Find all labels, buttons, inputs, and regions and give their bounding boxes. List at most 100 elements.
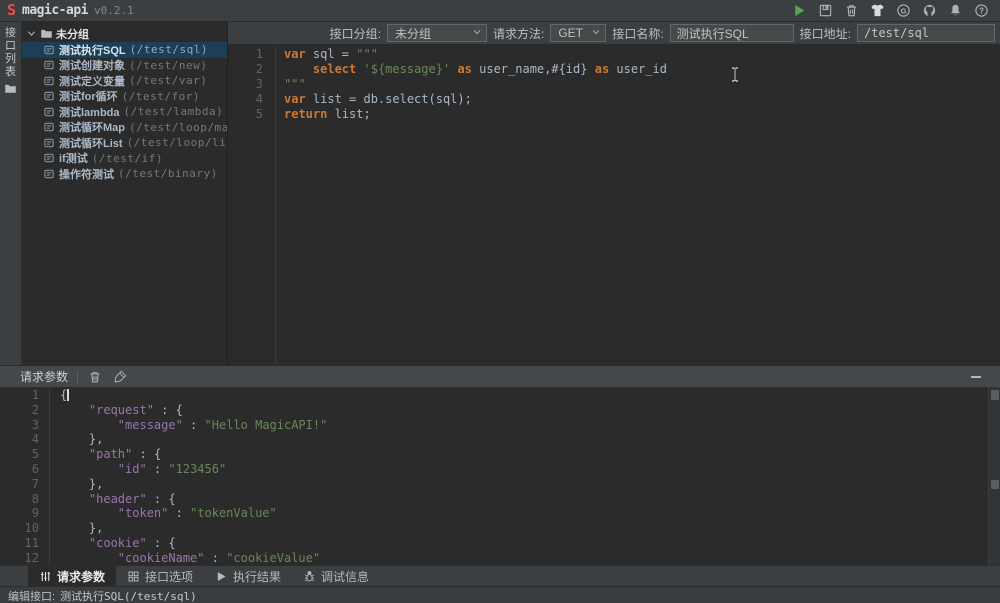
tree-item-name: 测试循环List: [59, 135, 123, 151]
code-line[interactable]: "path" : {: [60, 447, 327, 462]
gitee-icon[interactable]: G: [895, 2, 912, 19]
tab-label: 接口选项: [145, 568, 193, 585]
bottom-tab-bar: 请求参数 接口选项执行结果 调试信息: [0, 565, 1000, 586]
titlebar-icon-group: G?: [791, 2, 990, 19]
tree-item-name: 测试lambda: [59, 104, 120, 120]
api-path-input[interactable]: [857, 24, 995, 42]
api-icon: [43, 90, 55, 102]
api-toolbar: 接口分组: 未分组 请求方法: GET 接口名称: 接口地址:: [228, 22, 1000, 45]
line-number: 9: [0, 506, 39, 521]
app-logo: S: [7, 3, 16, 18]
minimize-panel-icon[interactable]: [970, 371, 982, 383]
tree-item-7[interactable]: if测试(/test/if): [22, 151, 227, 167]
format-clean-icon[interactable]: [112, 369, 128, 385]
grid-icon: [127, 570, 140, 583]
tree-item-8[interactable]: 操作符测试 (/test/binary): [22, 166, 227, 182]
tree-item-3[interactable]: 测试for循环(/test/for): [22, 89, 227, 105]
tab-执行结果[interactable]: 执行结果: [204, 566, 292, 586]
chevron-down-icon: [26, 28, 37, 39]
method-select[interactable]: GET: [550, 24, 606, 42]
params-scrollbar-thumb[interactable]: [991, 390, 999, 400]
api-list-vertical-tab[interactable]: 接 口 列 表: [0, 27, 21, 79]
tree-item-0[interactable]: 测试执行SQL(/test/sql): [22, 42, 227, 58]
tree-item-path: (/test/binary): [118, 167, 218, 180]
params-editor-code[interactable]: { "request" : { "message" : "Hello Magic…: [50, 388, 327, 565]
result-icon: [215, 570, 228, 583]
run-icon[interactable]: [791, 2, 808, 19]
code-line[interactable]: "header" : {: [60, 492, 327, 507]
code-line[interactable]: "cookie" : {: [60, 536, 327, 551]
params-scrollbar-track[interactable]: [988, 387, 1000, 565]
save-icon[interactable]: [817, 2, 834, 19]
bug-icon: [303, 570, 316, 583]
chevron-down-icon: [472, 26, 482, 40]
theme-icon[interactable]: [869, 2, 886, 19]
code-line[interactable]: select '${message}' as user_name,#{id} a…: [284, 62, 667, 77]
tree-item-path: (/test/lambda): [124, 105, 224, 118]
tree-item-path: (/test/sql): [130, 43, 208, 56]
code-line[interactable]: var list = db.select(sql);: [284, 92, 667, 107]
line-number: 3: [0, 418, 39, 433]
main-area: 接 口 列 表 未分组 测试执行SQL(/test/sql)测试创建对象(/te…: [0, 22, 1000, 365]
tab-label: 请求参数: [57, 568, 105, 585]
help-icon[interactable]: ?: [973, 2, 990, 19]
line-number: 8: [0, 492, 39, 507]
line-number: 4: [0, 432, 39, 447]
tab-请求参数[interactable]: 请求参数: [28, 566, 116, 586]
code-line[interactable]: {: [60, 388, 327, 403]
code-line[interactable]: return list;: [284, 107, 667, 122]
editor-column: 接口分组: 未分组 请求方法: GET 接口名称: 接口地址: 12345 va…: [228, 22, 1000, 365]
delete-icon[interactable]: [843, 2, 860, 19]
tree-item-6[interactable]: 测试循环List(/test/loop/list): [22, 135, 227, 151]
tree-item-5[interactable]: 测试循环Map(/test/loop/map): [22, 120, 227, 136]
github-icon[interactable]: [921, 2, 938, 19]
tree-group-row[interactable]: 未分组: [22, 25, 227, 42]
tab-调试信息[interactable]: 调试信息: [292, 566, 380, 586]
tree-item-4[interactable]: 测试lambda (/test/lambda): [22, 104, 227, 120]
code-line[interactable]: "request" : {: [60, 403, 327, 418]
tab-label: 调试信息: [321, 568, 369, 585]
notification-icon[interactable]: [947, 2, 964, 19]
line-number: 12: [0, 551, 39, 566]
params-editor-gutter: 123456789101112: [0, 388, 50, 565]
status-label: 编辑接口:: [8, 588, 55, 603]
tab-接口选项[interactable]: 接口选项: [116, 566, 204, 586]
api-icon: [43, 137, 55, 149]
tree-item-1[interactable]: 测试创建对象(/test/new): [22, 58, 227, 74]
script-editor-code[interactable]: var sql = """ select '${message}' as use…: [276, 47, 667, 365]
line-number: 1: [0, 388, 39, 403]
request-params-title: 请求参数: [20, 368, 68, 385]
code-line[interactable]: var sql = """: [284, 47, 667, 62]
tree-item-2[interactable]: 测试定义变量(/test/var): [22, 73, 227, 89]
app-version: v0.2.1: [94, 4, 134, 17]
svg-text:?: ?: [979, 6, 984, 15]
code-line[interactable]: },: [60, 432, 327, 447]
code-line[interactable]: "token" : "tokenValue": [60, 506, 327, 521]
code-line[interactable]: },: [60, 477, 327, 492]
group-label: 接口分组:: [330, 25, 381, 42]
group-select[interactable]: 未分组: [387, 24, 487, 42]
api-tree: 测试执行SQL(/test/sql)测试创建对象(/test/new)测试定义变…: [22, 42, 227, 182]
tree-item-name: 操作符测试: [59, 166, 114, 182]
params-scrollbar-marker[interactable]: [991, 480, 999, 489]
code-line[interactable]: "cookieName" : "cookieValue": [60, 551, 327, 566]
script-editor-gutter: 12345: [228, 47, 276, 365]
group-select-value: 未分组: [395, 25, 472, 42]
tree-item-path: (/test/new): [129, 59, 207, 72]
tool-window-strip: 接 口 列 表: [0, 22, 22, 365]
tree-group-label: 未分组: [56, 26, 89, 42]
code-line[interactable]: """: [284, 77, 667, 92]
svg-text:G: G: [901, 6, 907, 15]
delete-params-icon[interactable]: [87, 369, 103, 385]
code-line[interactable]: "message" : "Hello MagicAPI!": [60, 418, 327, 433]
api-icon: [43, 75, 55, 87]
tree-item-path: (/test/loop/map): [129, 121, 228, 134]
code-line[interactable]: "id" : "123456": [60, 462, 327, 477]
line-number: 5: [0, 447, 39, 462]
line-number: 2: [228, 62, 263, 77]
folder-icon: [40, 27, 53, 40]
code-line[interactable]: },: [60, 521, 327, 536]
api-name-input[interactable]: [670, 24, 794, 42]
line-number: 10: [0, 521, 39, 536]
api-icon: [43, 121, 55, 133]
